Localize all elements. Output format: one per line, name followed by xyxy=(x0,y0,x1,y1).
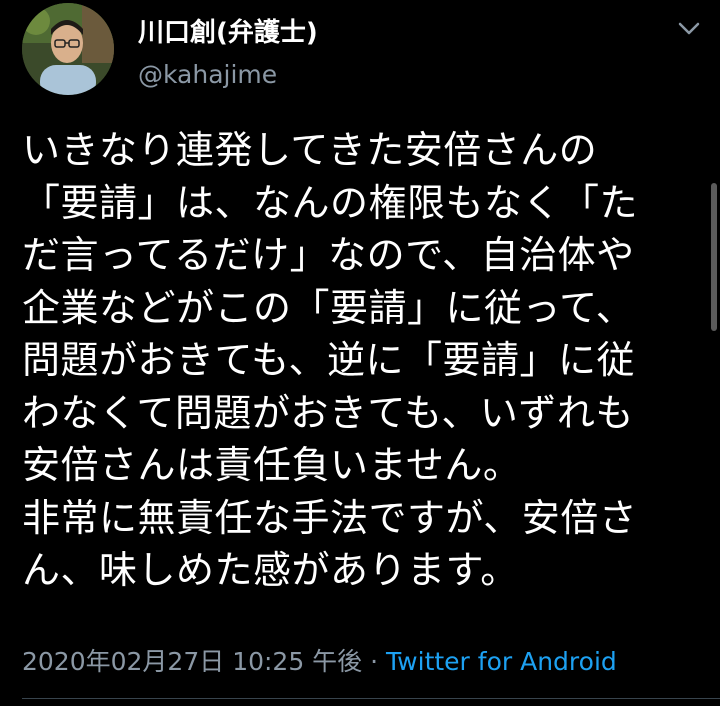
tweet-meta: 2020年02月27日 10:25 午後 · Twitter for Andro… xyxy=(22,642,617,678)
avatar[interactable] xyxy=(22,3,114,95)
tweet-timestamp[interactable]: 2020年02月27日 10:25 午後 xyxy=(22,647,362,676)
user-handle[interactable]: @kahajime xyxy=(138,60,277,89)
scrollbar[interactable] xyxy=(711,183,717,331)
avatar-photo xyxy=(22,3,114,95)
tweet: 川口創(弁護士) @kahajime いきなり連発してきた安倍さんの 「要請」は… xyxy=(0,0,720,706)
display-name[interactable]: 川口創(弁護士) xyxy=(138,12,318,49)
chevron-down-icon[interactable] xyxy=(674,16,704,40)
tweet-source-link[interactable]: Twitter for Android xyxy=(386,647,617,676)
divider xyxy=(22,698,720,699)
tweet-text: いきなり連発してきた安倍さんの 「要請」は、なんの権限もなく「た だ言ってるだけ… xyxy=(22,128,639,592)
meta-separator: · xyxy=(370,647,379,676)
